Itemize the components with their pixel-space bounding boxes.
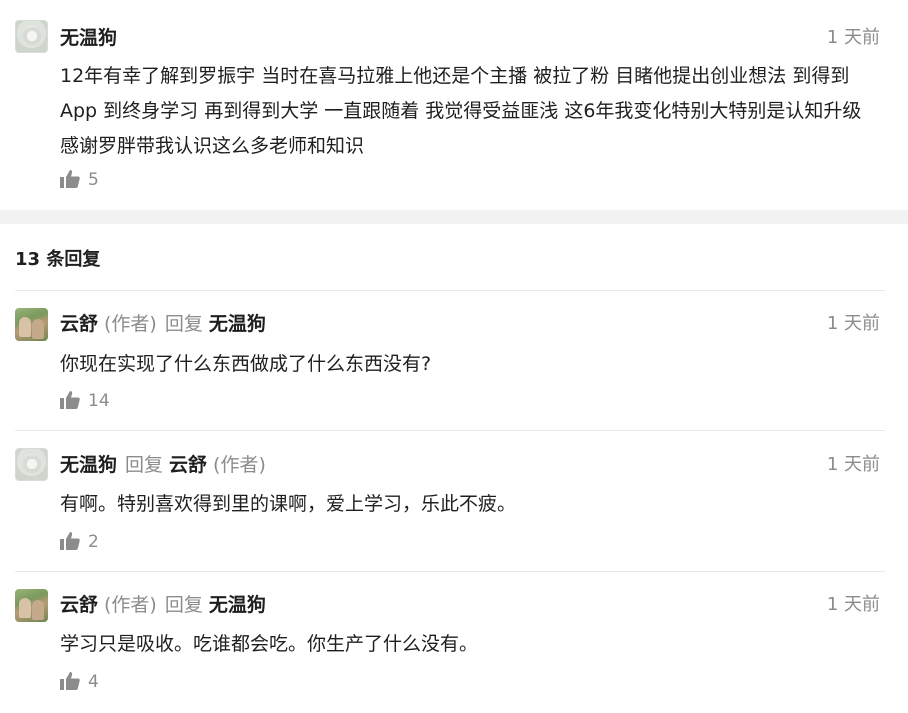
timestamp: 1 天前 [826,313,880,334]
like-button[interactable]: 14 [60,390,110,412]
thumbs-up-icon [60,391,80,409]
like-count: 14 [88,391,110,411]
avatar[interactable] [15,308,48,341]
author-line: 无温狗 回复 云舒 (作者) [60,451,266,479]
like-button[interactable]: 2 [60,531,99,553]
reply-to-name[interactable]: 无温狗 [209,594,266,616]
author-line: 云舒 (作者) 回复 无温狗 [60,310,266,338]
thumbs-up-icon [60,532,80,550]
main-comment: 无温狗 1 天前 12年有幸了解到罗振宇 当时在喜马拉雅上他还是个主播 被拉了粉… [0,0,908,210]
comment-content: 学习只是吸收。吃谁都会吃。你生产了什么没有。 [60,633,479,655]
author-line: 无温狗 [60,24,117,52]
timestamp: 1 天前 [826,27,880,48]
divider [15,430,885,431]
divider [15,290,885,291]
author-tag: (作者) [104,594,157,616]
avatar[interactable] [15,20,48,53]
avatar[interactable] [15,589,48,622]
reply-to-name[interactable]: 云舒 [169,454,207,476]
author-line: 云舒 (作者) 回复 无温狗 [60,591,266,619]
author-tag: (作者) [104,313,157,335]
author-name[interactable]: 云舒 [60,594,98,616]
author-name[interactable]: 云舒 [60,313,98,335]
thumbs-up-icon [60,672,80,690]
section-divider [0,210,908,224]
avatar[interactable] [15,448,48,481]
reply-label: 回复 [125,454,164,476]
thumbs-up-icon [60,170,80,188]
comment-content: 有啊。特别喜欢得到里的课啊，爱上学习，乐此不疲。 [60,493,517,515]
like-count: 4 [88,672,99,692]
reply-to-name[interactable]: 无温狗 [209,313,266,335]
timestamp: 1 天前 [826,594,880,615]
like-count: 2 [88,532,99,552]
timestamp: 1 天前 [826,454,880,475]
reply-to-tag: (作者) [213,454,266,476]
comment-content: 你现在实现了什么东西做成了什么东西没有? [60,353,432,375]
reply-label: 回复 [164,313,203,335]
like-count: 5 [88,170,99,190]
author-name[interactable]: 无温狗 [60,27,117,49]
author-name[interactable]: 无温狗 [60,454,117,476]
like-button[interactable]: 4 [60,671,99,693]
comment-thread: 无温狗 1 天前 12年有幸了解到罗振宇 当时在喜马拉雅上他还是个主播 被拉了粉… [0,0,908,713]
divider [15,571,885,572]
reply-label: 回复 [164,594,203,616]
replies-count-header: 13 条回复 [15,249,101,270]
like-button[interactable]: 5 [60,169,99,191]
comment-content: 12年有幸了解到罗振宇 当时在喜马拉雅上他还是个主播 被拉了粉 目睹他提出创业想… [60,65,862,157]
